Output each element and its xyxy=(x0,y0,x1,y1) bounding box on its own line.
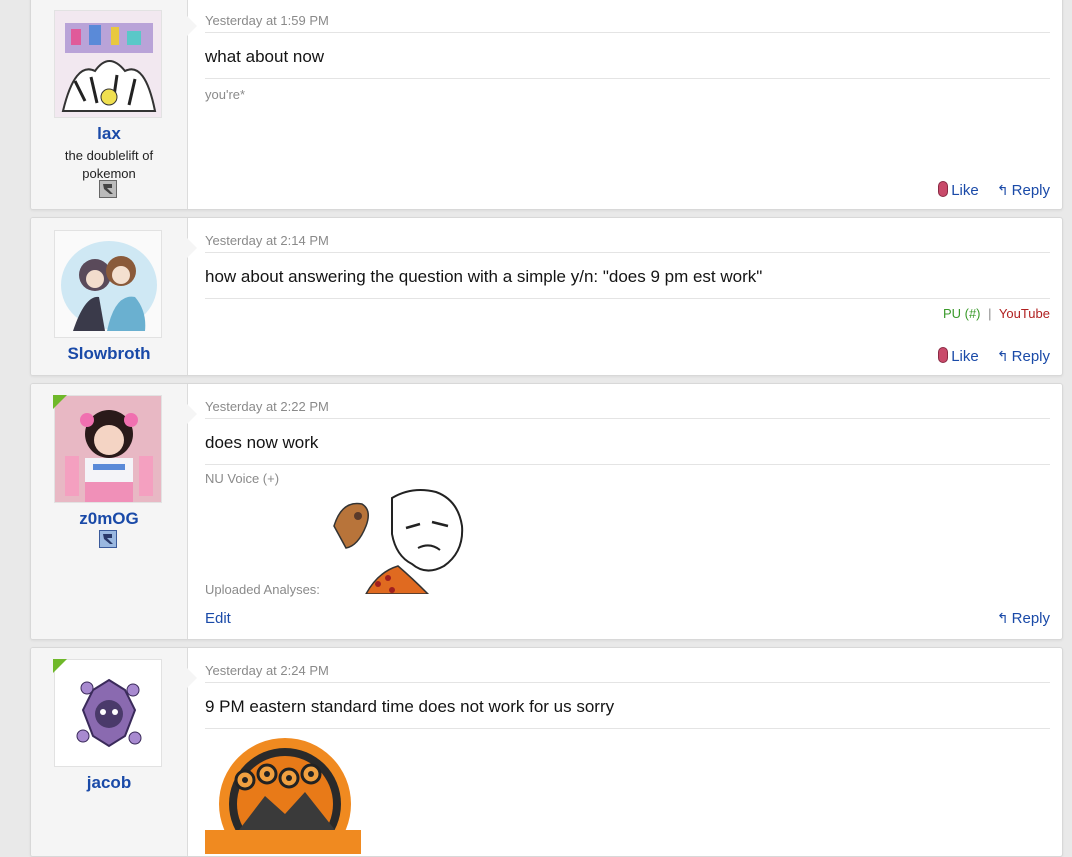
message-text: what about now xyxy=(205,47,325,66)
user-badge-icon xyxy=(99,180,117,198)
user-title-line: the doublelift of xyxy=(64,148,154,163)
reply-label: Reply xyxy=(1011,348,1050,365)
signature-text[interactable]: NU Voice (+) xyxy=(205,471,279,486)
post-actions: ↰ Reply xyxy=(983,610,1050,627)
sig-separator: | xyxy=(988,306,992,321)
user-info-panel: jacob xyxy=(31,648,188,856)
reply-label: Reply xyxy=(1011,610,1050,627)
avatar[interactable] xyxy=(54,230,162,338)
message-arrow xyxy=(187,404,197,424)
post-timestamp[interactable]: Yesterday at 2:22 PM xyxy=(205,399,329,414)
signature-links: PU (#) | YouTube xyxy=(943,306,1050,321)
alpha-ruiners-logo xyxy=(205,734,361,856)
reply-arrow-icon: ↰ xyxy=(996,348,1009,364)
message-text: how about answering the question with a … xyxy=(205,267,763,286)
post-timestamp[interactable]: Yesterday at 2:24 PM xyxy=(205,663,329,678)
divider xyxy=(205,252,1050,253)
username[interactable]: z0mOG xyxy=(31,509,187,529)
username[interactable]: lax xyxy=(31,124,187,144)
new-post-indicator xyxy=(53,395,67,409)
username[interactable]: jacob xyxy=(31,773,187,793)
post-actions: Like ↰ Reply xyxy=(924,181,1050,199)
user-info-panel: lax the doublelift of pokemon xyxy=(31,0,188,209)
post-timestamp[interactable]: Yesterday at 1:59 PM xyxy=(205,13,329,28)
like-label: Like xyxy=(951,348,979,365)
like-button[interactable]: Like xyxy=(938,181,979,199)
post-timestamp[interactable]: Yesterday at 2:14 PM xyxy=(205,233,329,248)
message-arrow xyxy=(187,668,197,688)
like-label: Like xyxy=(951,182,979,199)
signature-image xyxy=(332,486,468,595)
reply-arrow-icon: ↰ xyxy=(996,610,1009,626)
signature-text: you're* xyxy=(205,87,246,102)
user-info-panel: z0mOG xyxy=(31,384,188,639)
user-badge-icon xyxy=(99,530,117,548)
heart-like-icon xyxy=(938,347,949,363)
signature-divider xyxy=(205,78,1050,79)
divider xyxy=(205,32,1050,33)
sig-link-youtube[interactable]: YouTube xyxy=(999,306,1050,321)
user-title: the doublelift of pokemon xyxy=(31,147,187,183)
user-info-panel: Slowbroth xyxy=(31,218,188,375)
avatar[interactable] xyxy=(54,659,162,767)
uploaded-analyses-label: Uploaded Analyses: xyxy=(205,582,320,597)
new-post-indicator xyxy=(53,659,67,673)
signature-divider xyxy=(205,728,1050,729)
sig-link-pu[interactable]: PU (#) xyxy=(943,306,981,321)
avatar[interactable] xyxy=(54,10,162,118)
message-text: does now work xyxy=(205,433,319,452)
reply-label: Reply xyxy=(1011,182,1050,199)
divider xyxy=(205,418,1050,419)
reply-button[interactable]: ↰ Reply xyxy=(997,182,1050,199)
like-button[interactable]: Like xyxy=(938,347,979,365)
message-text: 9 PM eastern standard time does not work… xyxy=(205,697,615,716)
post-slowbroth: Slowbroth Yesterday at 2:14 PM how about… xyxy=(30,217,1063,376)
signature-divider xyxy=(205,298,1050,299)
signature-divider xyxy=(205,464,1050,465)
reply-button[interactable]: ↰ Reply xyxy=(997,610,1050,627)
edit-button[interactable]: Edit xyxy=(205,610,231,627)
post-lax: lax the doublelift of pokemon Yesterday … xyxy=(30,0,1063,210)
heart-like-icon xyxy=(938,181,949,197)
post-actions: Like ↰ Reply xyxy=(924,347,1050,365)
message-arrow xyxy=(187,238,197,258)
reply-arrow-icon: ↰ xyxy=(996,182,1009,198)
avatar[interactable] xyxy=(54,395,162,503)
post-jacob: jacob Yesterday at 2:24 PM 9 PM eastern … xyxy=(30,647,1063,857)
post-z0mog: z0mOG Yesterday at 2:22 PM does now work… xyxy=(30,383,1063,640)
reply-button[interactable]: ↰ Reply xyxy=(997,348,1050,365)
username[interactable]: Slowbroth xyxy=(31,344,187,364)
divider xyxy=(205,682,1050,683)
message-arrow xyxy=(187,16,197,36)
